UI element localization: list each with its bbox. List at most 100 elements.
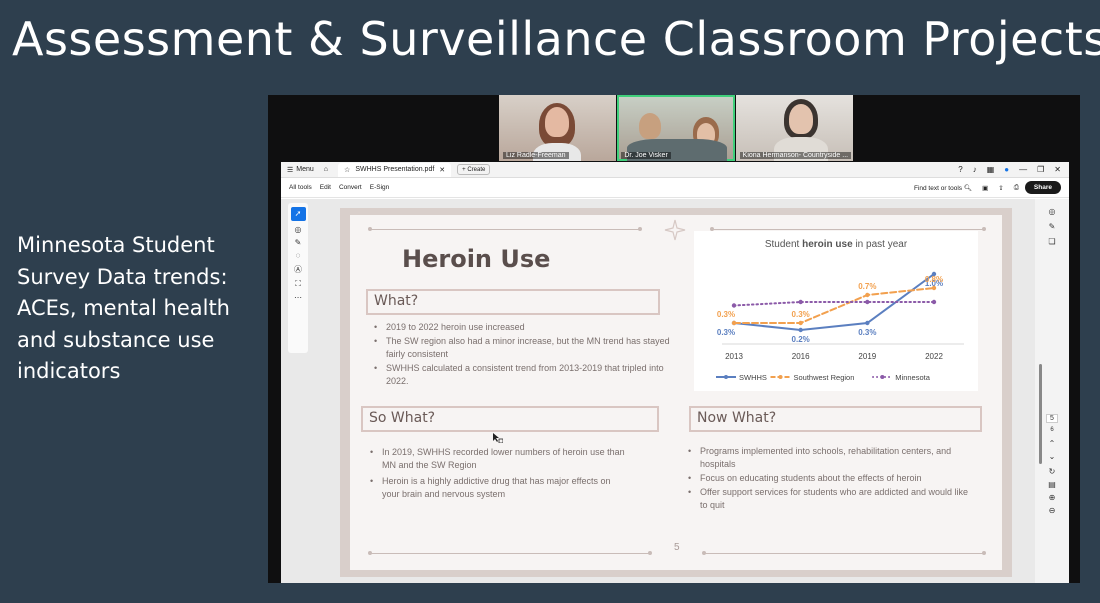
now-what-bullets: Programs implemented into schools, rehab…	[684, 445, 976, 513]
series-line-southwest-region	[733, 287, 935, 324]
data-point	[931, 285, 937, 291]
slide-heading: Heroin Use	[402, 245, 551, 273]
heroin-chart: Student heroin use in past year 2013 2016…	[694, 231, 978, 391]
star-icon[interactable]: ☆	[344, 166, 350, 174]
all-tools-button[interactable]: All tools	[289, 184, 312, 191]
x-tick-label: 2013	[725, 352, 743, 361]
list-item: Offer support services for students who …	[684, 486, 976, 512]
create-button[interactable]: + Create	[457, 164, 491, 175]
video-tile[interactable]: Kiona Hermanson- Countryside ...	[735, 95, 853, 161]
divider-dot	[368, 227, 372, 231]
slide-content: Heroin Use What? 2019 to 2022 heroin use…	[350, 215, 1002, 570]
lasso-icon[interactable]: ◌	[296, 251, 301, 260]
divider-dot	[648, 551, 652, 555]
ai-assistant-icon[interactable]: ◎	[1049, 207, 1056, 216]
mouse-cursor-icon	[493, 433, 503, 443]
share-button[interactable]: Share	[1024, 181, 1061, 194]
chevron-down-icon[interactable]: ⌄	[1049, 452, 1056, 461]
x-tick-label: 2019	[858, 352, 876, 361]
screen-share-frame: Liz Radle-Freeman Dr. Joe Visker Kiona H…	[268, 95, 1080, 583]
text-select-icon[interactable]: Ⓐ	[294, 264, 302, 275]
so-what-bullets: In 2019, SWHHS recorded lower numbers of…	[366, 446, 628, 502]
next-page-number: 6	[1050, 427, 1054, 433]
find-tools-search[interactable]: Find text or tools 🔍︎	[914, 184, 972, 192]
x-tick-label: 2022	[925, 352, 943, 361]
divider	[712, 229, 984, 230]
apps-icon[interactable]: ▦	[987, 165, 995, 174]
rotate-icon[interactable]: ↻	[1049, 467, 1056, 476]
data-point	[798, 299, 803, 305]
restore-icon[interactable]: ❐	[1037, 165, 1044, 174]
menu-button[interactable]: ☰ Menu	[287, 166, 314, 174]
upload-icon[interactable]: ⇪	[998, 184, 1003, 192]
legend-marker	[778, 375, 783, 379]
data-point	[798, 327, 803, 333]
pen-icon[interactable]: ✎	[295, 238, 302, 247]
stamp-icon[interactable]: ⛶	[295, 279, 301, 289]
bell-icon[interactable]: ♪	[973, 165, 977, 174]
video-tile[interactable]: Liz Radle-Freeman	[499, 95, 617, 161]
pdf-page: Heroin Use What? 2019 to 2022 heroin use…	[340, 208, 1012, 577]
more-icon[interactable]: ⋯	[294, 293, 302, 302]
convert-button[interactable]: Convert	[339, 184, 362, 191]
participant-name: Dr. Joe Visker	[621, 152, 671, 159]
data-label: 0.3%	[717, 310, 735, 319]
document-tab[interactable]: ☆ SWHHS Presentation.pdf ✕	[338, 162, 452, 177]
list-item: Heroin is a highly addictive drug that h…	[366, 475, 628, 501]
scrollbar-thumb[interactable]	[1039, 364, 1042, 464]
help-icon[interactable]: ?	[958, 165, 962, 174]
search-icon: 🔍︎	[963, 184, 973, 192]
chevron-up-icon[interactable]: ⌃	[1049, 439, 1056, 448]
chart-plot: 2013 2016 2019 20220.3%0.2%0.3%1.0%0.3% 0.3%…	[716, 271, 964, 382]
zoom-in-icon[interactable]: ⊕	[1049, 493, 1056, 502]
video-strip: Liz Radle-Freeman Dr. Joe Visker Kiona H…	[499, 95, 853, 161]
list-item: Focus on educating students about the ef…	[684, 472, 976, 485]
legend-marker	[880, 375, 885, 379]
esign-button[interactable]: E-Sign	[370, 184, 390, 191]
slide-side-text: Minnesota Student Survey Data trends: AC…	[17, 233, 230, 383]
video-tile-active-speaker[interactable]: Dr. Joe Visker	[617, 95, 735, 161]
page-number: 5	[674, 542, 680, 553]
list-item: 2019 to 2022 heroin use increased	[370, 321, 670, 334]
divider	[370, 229, 640, 230]
list-item: SWHHS calculated a consistent trend from…	[370, 362, 670, 388]
sparkle-icon	[664, 219, 686, 241]
data-point	[731, 303, 737, 308]
participant-face	[639, 113, 662, 139]
what-heading-box: What?	[366, 289, 660, 315]
legend-label: SWHHS	[739, 373, 767, 382]
minimize-icon[interactable]: —	[1019, 165, 1027, 174]
what-bullets: 2019 to 2022 heroin use increased The SW…	[370, 321, 670, 389]
page-number-field[interactable]: 5	[1046, 414, 1058, 423]
data-label: 0.3%	[717, 328, 735, 337]
data-point	[798, 320, 803, 326]
data-point	[865, 292, 870, 298]
divider-dot	[638, 227, 642, 231]
right-tool-rail: ◎ ✎ ❏ 5 6 ⌃ ⌄ ↻ ▤ ⊕ ⊖	[1035, 199, 1069, 583]
tab-title: SWHHS Presentation.pdf	[355, 166, 435, 173]
comment-panel-icon[interactable]: ✎	[1049, 222, 1056, 231]
print-icon[interactable]: ⎙	[1014, 184, 1019, 192]
divider-dot	[982, 551, 986, 555]
data-point	[931, 299, 937, 305]
zoom-out-icon[interactable]: ⊖	[1049, 506, 1056, 515]
participant-face	[545, 107, 569, 137]
save-icon[interactable]: ▣	[982, 184, 988, 192]
acrobat-titlebar: ☰ Menu ⌂ ☆ SWHHS Presentation.pdf ✕ + Cre…	[281, 162, 1069, 178]
participant-face	[788, 104, 813, 134]
home-icon[interactable]: ⌂	[324, 166, 328, 173]
select-cursor-icon[interactable]: ➚	[290, 207, 306, 221]
profile-icon[interactable]: ●	[1004, 165, 1009, 174]
comment-icon[interactable]: ◎	[295, 225, 302, 234]
copy-icon[interactable]: ❏	[1048, 237, 1055, 246]
edit-button[interactable]: Edit	[320, 184, 331, 191]
menu-label: Menu	[296, 166, 314, 173]
acrobat-window: ☰ Menu ⌂ ☆ SWHHS Presentation.pdf ✕ + Cre…	[281, 162, 1069, 583]
page-icon[interactable]: ▤	[1048, 480, 1056, 489]
divider	[370, 553, 650, 554]
close-window-icon[interactable]: ✕	[1054, 165, 1061, 174]
data-point	[865, 320, 870, 326]
divider-dot	[702, 551, 706, 555]
close-tab-icon[interactable]: ✕	[439, 166, 445, 174]
legend-label: Southwest Region	[794, 373, 855, 382]
